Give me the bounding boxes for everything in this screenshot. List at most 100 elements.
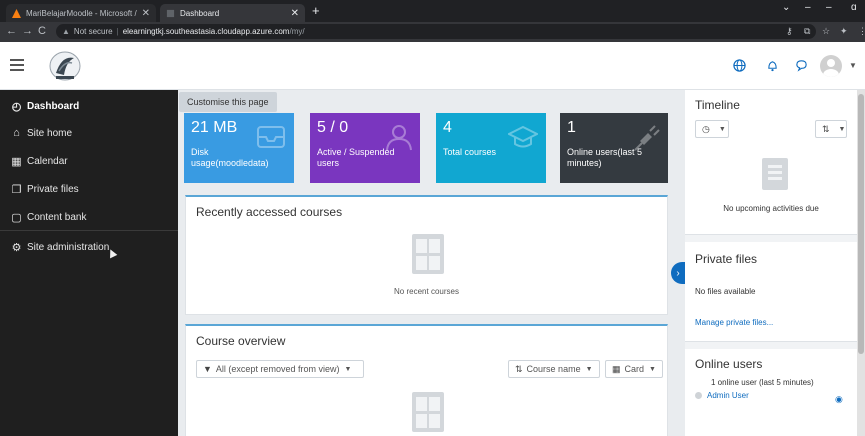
messages-bubble-icon[interactable] <box>795 59 808 72</box>
calendar-icon: ▦ <box>11 155 22 168</box>
drawer-item-label: Content bank <box>27 211 87 223</box>
not-secure-label: Not secure <box>73 27 113 36</box>
tab-search-icon[interactable]: ⌄ <box>782 2 790 13</box>
scrollbar-thumb[interactable] <box>858 94 864 354</box>
online-user-name: Admin User <box>707 391 749 400</box>
new-tab-icon[interactable]: + <box>312 3 320 18</box>
block-title: Recently accessed courses <box>196 205 343 219</box>
browser-menu-icon[interactable]: ⋮ <box>858 26 865 37</box>
graduation-cap-icon <box>508 125 538 148</box>
notifications-bell-icon[interactable] <box>767 59 778 72</box>
course-view-dropdown[interactable]: ▦ Card ▼ <box>605 360 663 378</box>
drawer-divider <box>0 230 178 231</box>
chevron-down-icon: ▼ <box>585 365 593 373</box>
forward-icon[interactable]: → <box>22 25 33 37</box>
empty-courses-icon <box>412 234 444 274</box>
maximize-icon[interactable]: – <box>826 2 832 13</box>
block-title: Timeline <box>695 98 740 112</box>
inbox-icon <box>257 126 285 148</box>
users-icon <box>386 125 412 151</box>
sort-icon: ⇅ <box>515 363 523 374</box>
dropdown-value: Course name <box>526 364 581 374</box>
chevron-down-icon: ▼ <box>344 365 352 373</box>
user-avatar[interactable] <box>820 55 842 77</box>
not-secure-icon: ▲ <box>62 27 70 36</box>
site-navbar: ▼ <box>0 42 865 90</box>
drawer-item-label: Private files <box>27 183 79 195</box>
drawer-item-label: Dashboard <box>27 100 80 112</box>
no-files-text: No files available <box>695 287 756 296</box>
user-menu-caret-icon[interactable]: ▼ <box>849 61 857 70</box>
url-separator: | <box>116 27 119 36</box>
toggle-right-drawer-button[interactable]: › <box>671 262 685 284</box>
extensions-icon[interactable]: ✦ <box>840 26 848 37</box>
browser-tab-active[interactable]: Dashboard ✕ <box>160 4 305 22</box>
window-close-icon[interactable]: ɑ <box>851 2 857 13</box>
language-globe-icon[interactable] <box>733 59 746 72</box>
sort-icon: ⇅ <box>822 123 830 134</box>
course-overview-block: Course overview ▼ All (except removed fr… <box>185 324 668 436</box>
page-scrollbar[interactable] <box>857 90 865 436</box>
tab-title: MariBelajarMoodle - Microsoft / <box>26 8 137 18</box>
drawer-item-calendar[interactable]: ▦ Calendar <box>10 152 68 170</box>
block-title: Course overview <box>196 334 286 348</box>
no-recent-courses-text: No recent courses <box>394 287 459 296</box>
address-bar: ← → C ▲ Not secure | elearningtkj.southe… <box>0 22 865 42</box>
url-input[interactable]: ▲ Not secure | elearningtkj.southeastasi… <box>56 24 816 39</box>
chevron-down-icon: ▼ <box>718 125 726 133</box>
browser-tab[interactable]: MariBelajarMoodle - Microsoft / ✕ <box>6 4 156 22</box>
manage-private-files-link[interactable]: Manage private files... <box>695 318 773 327</box>
drawer-item-site-home[interactable]: ⌂ Site home <box>10 124 72 142</box>
dropdown-value: All (except removed from view) <box>215 364 340 374</box>
no-activities-icon <box>762 158 788 190</box>
private-files-block: Private files No files available Manage … <box>685 242 857 342</box>
browser-tabstrip: MariBelajarMoodle - Microsoft / ✕ Dashbo… <box>0 0 865 22</box>
block-title: Online users <box>695 357 763 371</box>
customise-page-button[interactable]: Customise this page <box>179 92 277 112</box>
empty-courses-icon <box>412 392 444 432</box>
user-avatar-icon <box>695 392 702 399</box>
stat-users: 5 / 0 Active / Suspended users <box>310 113 420 183</box>
content-bank-icon: ▢ <box>11 211 22 224</box>
minimize-icon[interactable]: – <box>805 2 811 13</box>
plug-icon <box>634 125 660 151</box>
timeline-sort-filter[interactable]: ⇅ ▼ <box>815 120 847 138</box>
filter-icon: ▼ <box>203 364 212 374</box>
online-user-admin[interactable]: Admin User <box>695 391 749 400</box>
dashboard-icon: ◴ <box>11 100 22 113</box>
site-logo[interactable] <box>48 49 82 83</box>
course-sort-dropdown[interactable]: ⇅ Course name ▼ <box>508 360 600 378</box>
back-icon[interactable]: ← <box>6 25 17 37</box>
online-users-summary: 1 online user (last 5 minutes) <box>711 378 814 387</box>
chevron-down-icon: ▼ <box>649 365 656 373</box>
blocks-drawer: Timeline ◷ ▼ ⇅ ▼ No upcoming activities … <box>685 90 865 436</box>
drawer-item-site-administration[interactable]: ⚙ Site administration <box>10 238 110 256</box>
reload-icon[interactable]: C <box>38 25 46 37</box>
url-host: elearningtkj.southeastasia.cloudapp.azur… <box>122 27 290 36</box>
grid-icon: ▦ <box>612 363 621 374</box>
chevron-down-icon: ▼ <box>838 125 846 133</box>
tab-title: Dashboard <box>180 8 220 18</box>
key-icon[interactable]: ⚷ <box>786 26 793 37</box>
eye-icon[interactable]: ◉ <box>835 394 843 405</box>
close-tab-icon[interactable]: ✕ <box>142 8 150 19</box>
drawer-item-content-bank[interactable]: ▢ Content bank <box>10 208 87 226</box>
bookmark-star-icon[interactable]: ☆ <box>822 26 830 37</box>
url-path: /my/ <box>289 27 305 36</box>
drawer-toggle-icon[interactable] <box>10 59 24 71</box>
files-icon: ❐ <box>11 183 22 196</box>
drawer-item-private-files[interactable]: ❐ Private files <box>10 180 79 198</box>
share-icon[interactable]: ⧉ <box>804 26 810 37</box>
drawer-item-dashboard[interactable]: ◴ Dashboard <box>10 97 80 115</box>
drawer-item-label: Calendar <box>27 155 68 167</box>
close-tab-icon[interactable]: ✕ <box>291 8 299 19</box>
stat-online-users: 1 Online users(last 5 minutes) <box>560 113 668 183</box>
drawer-item-label: Site home <box>27 127 73 139</box>
timeline-date-filter[interactable]: ◷ ▼ <box>695 120 729 138</box>
gear-icon: ⚙ <box>11 241 22 254</box>
recent-courses-block: Recently accessed courses No recent cour… <box>185 195 668 315</box>
clock-icon: ◷ <box>702 123 710 134</box>
no-activities-text: No upcoming activities due <box>723 204 819 213</box>
home-icon: ⌂ <box>13 127 20 139</box>
course-filter-dropdown[interactable]: ▼ All (except removed from view) ▼ <box>196 360 364 378</box>
